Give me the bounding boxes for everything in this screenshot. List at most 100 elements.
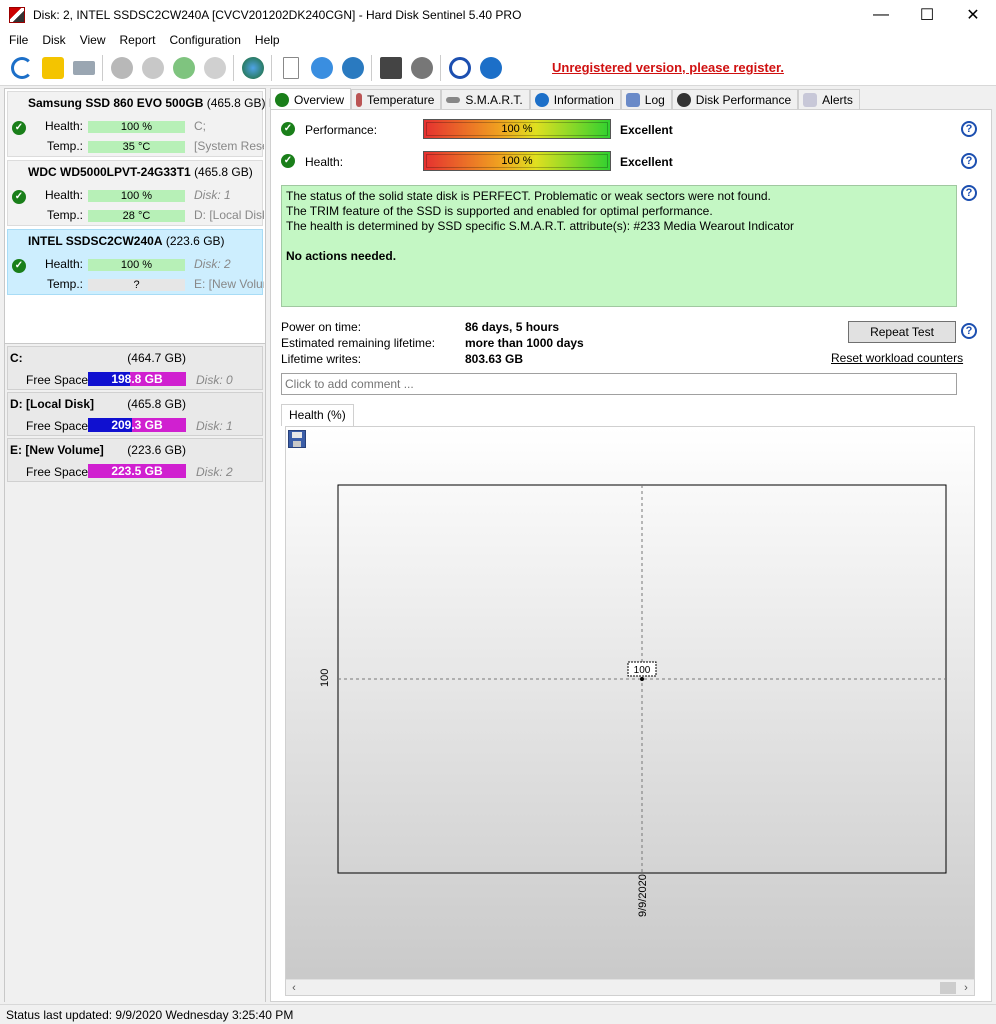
help-button[interactable] <box>444 53 475 83</box>
web-button[interactable] <box>237 53 268 83</box>
menu-report[interactable]: Report <box>112 33 162 47</box>
y-tick-label: 100 <box>319 669 331 687</box>
refresh-icon <box>10 56 33 79</box>
disk-name: Samsung SSD 860 EVO 500GB (465.8 GB) D <box>28 96 277 110</box>
maximize-button[interactable]: ☐ <box>904 0 950 30</box>
health-chart: 9/9/2020 100 100 ‹ › <box>285 426 975 996</box>
toolbar-separator <box>371 54 372 81</box>
help-icon[interactable]: ? <box>961 153 977 169</box>
disk-speed-icon <box>141 56 164 79</box>
health-row: Health: 100 % Disk: 1 <box>44 188 231 202</box>
ok-check-icon: ✓ <box>281 154 295 168</box>
menu-configuration[interactable]: Configuration <box>163 33 248 47</box>
disk-card-samsung[interactable]: Samsung SSD 860 EVO 500GB (465.8 GB) D ✓… <box>7 91 277 157</box>
menu-view[interactable]: View <box>73 33 113 47</box>
health-row: ✓ Health: 100 % Excellent <box>279 151 979 171</box>
power-on-row: Power on time: 86 days, 5 hours <box>281 320 560 334</box>
help-icon[interactable]: ? <box>961 121 977 137</box>
alerts-button[interactable] <box>37 53 68 83</box>
tab-alerts[interactable]: Alerts <box>798 89 860 110</box>
log-icon <box>625 93 640 107</box>
health-bar: 100 % <box>88 190 185 202</box>
report-button[interactable] <box>275 53 306 83</box>
help-icon[interactable]: ? <box>961 323 977 339</box>
performance-row: ✓ Performance: 100 % Excellent <box>279 119 979 139</box>
health-row: Health: 100 % Disk: 2 <box>44 257 231 271</box>
tab-disk-performance[interactable]: Disk Performance <box>671 89 799 110</box>
toolbar-separator <box>233 54 234 81</box>
menu-help[interactable]: Help <box>248 33 287 47</box>
scroll-left-icon[interactable]: ‹ <box>286 980 302 996</box>
disk-check-icon <box>172 56 195 79</box>
tab-health-chart[interactable]: Health (%) <box>281 404 354 426</box>
disk-tools-button[interactable] <box>199 53 230 83</box>
network-button[interactable] <box>337 53 368 83</box>
writes-row: Lifetime writes: 803.63 GB <box>281 352 524 366</box>
performance-bar: 100 % <box>423 119 611 139</box>
disk-card-wdc[interactable]: WDC WD5000LPVT-24G33T1 (465.8 GB) ✓ Heal… <box>7 160 264 226</box>
free-space-bar: 223.5 GB <box>88 464 186 478</box>
lifetime-row: Estimated remaining lifetime: more than 1… <box>281 336 584 350</box>
status-bar: Status last updated: 9/9/2020 Wednesday … <box>0 1004 996 1024</box>
health-row: Health: 100 % C; <box>44 119 206 133</box>
temp-bar: 28 °C <box>88 210 185 222</box>
help-icon <box>448 56 471 79</box>
data-point <box>640 677 644 681</box>
menu-file[interactable]: File <box>2 33 35 47</box>
surface-test-button[interactable] <box>106 53 137 83</box>
temp-row: Temp.: ? E: [New Volur <box>46 277 264 291</box>
tab-information[interactable]: Information <box>529 89 621 110</box>
sound-button[interactable] <box>406 53 437 83</box>
volume-card-c[interactable]: C: (464.7 GB) Free Space 198.8 GB Disk: … <box>7 346 263 390</box>
free-space-bar: 209.3 GB <box>88 418 186 432</box>
chart-scrollbar[interactable]: ‹ › <box>286 979 974 995</box>
scroll-right-icon[interactable]: › <box>958 980 974 996</box>
toolbar-separator <box>271 54 272 81</box>
ok-check-icon <box>275 92 289 107</box>
tab-smart[interactable]: S.M.A.R.T. <box>441 89 530 110</box>
tab-overview[interactable]: Overview <box>270 88 352 110</box>
toolbar-separator <box>102 54 103 81</box>
help-icon[interactable]: ? <box>961 185 977 201</box>
repeat-test-button[interactable]: Repeat Test <box>848 321 956 343</box>
minimize-button[interactable]: — <box>858 0 904 30</box>
disk-stats: Power on time: 86 days, 5 hours Estimated… <box>281 320 681 368</box>
disk-speed-button[interactable] <box>137 53 168 83</box>
monitor-button[interactable] <box>375 53 406 83</box>
health-bar: 100 % <box>88 121 185 133</box>
disk-ok-button[interactable] <box>168 53 199 83</box>
disk-test-icon <box>110 56 133 79</box>
thermometer-icon <box>356 93 363 107</box>
tab-log[interactable]: Log <box>620 89 672 110</box>
refresh-button[interactable] <box>6 53 37 83</box>
disk-name: WDC WD5000LPVT-24G33T1 (465.8 GB) <box>28 165 253 179</box>
tab-temperature[interactable]: Temperature <box>351 89 442 110</box>
close-button[interactable]: ✕ <box>950 0 996 30</box>
status-description: The status of the solid state disk is PE… <box>281 185 957 307</box>
speaker-icon <box>410 56 433 79</box>
volume-list: C: (464.7 GB) Free Space 198.8 GB Disk: … <box>5 343 265 1003</box>
register-link[interactable]: Unregistered version, please register. <box>552 60 784 75</box>
reset-workload-link[interactable]: Reset workload counters <box>831 351 963 365</box>
free-space-bar: 198.8 GB <box>88 372 186 386</box>
hard-disk-icon <box>72 60 95 75</box>
ok-check-icon: ✓ <box>281 122 295 136</box>
health-bar: 100 % <box>423 151 611 171</box>
about-button[interactable] <box>475 53 506 83</box>
x-tick-label: 9/9/2020 <box>637 874 649 917</box>
data-label: 100 <box>634 665 651 676</box>
scroll-thumb[interactable] <box>940 982 956 994</box>
disk-button[interactable] <box>68 53 99 83</box>
temp-row: Temp.: 35 °C [System Rese <box>46 139 264 153</box>
monitor-icon <box>379 56 402 79</box>
window-title: Disk: 2, INTEL SSDSC2CW240A [CVCV201202D… <box>33 8 522 22</box>
disk-tools-icon <box>203 56 226 79</box>
comment-input[interactable] <box>281 373 957 395</box>
info-icon <box>534 93 549 107</box>
globe-icon <box>241 56 264 79</box>
volume-card-d[interactable]: D: [Local Disk] (465.8 GB) Free Space 20… <box>7 392 263 436</box>
update-button[interactable] <box>306 53 337 83</box>
menu-disk[interactable]: Disk <box>35 33 72 47</box>
volume-card-e[interactable]: E: [New Volume] (223.6 GB) Free Space 22… <box>7 438 263 482</box>
disk-card-intel[interactable]: INTEL SSDSC2CW240A (223.6 GB) ✓ Health: … <box>7 229 264 295</box>
